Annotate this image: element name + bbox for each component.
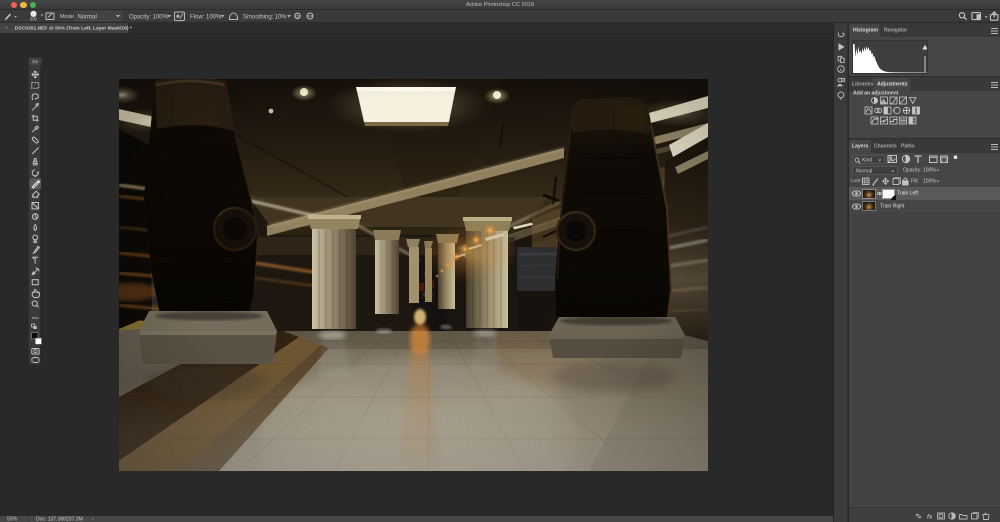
svg-text:Smoothing:: Smoothing:: [243, 14, 274, 20]
svg-text:100%: 100%: [206, 14, 222, 20]
svg-text:Normal: Normal: [78, 14, 97, 20]
svg-text:100%: 100%: [153, 14, 169, 20]
svg-text:10%: 10%: [275, 14, 288, 20]
svg-text:Mode:: Mode:: [60, 14, 76, 20]
svg-text:900: 900: [30, 16, 38, 21]
svg-text:Opacity:: Opacity:: [129, 14, 151, 20]
svg-text:Flow:: Flow:: [190, 14, 205, 20]
svg-text:fx: fx: [927, 515, 933, 521]
